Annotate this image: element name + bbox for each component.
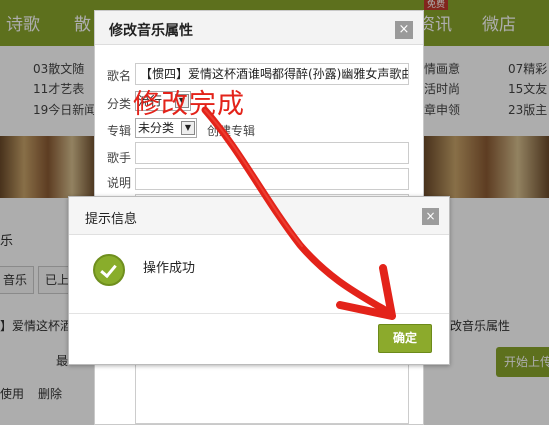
create-album-link[interactable]: 创建专辑	[207, 122, 255, 139]
annotation-text: 修改完成	[133, 89, 245, 120]
chevron-down-icon: ▼	[181, 121, 195, 135]
close-icon[interactable]: ×	[422, 208, 439, 225]
divider	[69, 313, 449, 314]
album-value: 未分类	[138, 121, 175, 135]
singer-input[interactable]	[135, 142, 409, 164]
confirm-button[interactable]: 确定	[378, 324, 432, 353]
dialog-title: 修改音乐属性	[109, 23, 193, 39]
alert-message: 操作成功	[143, 261, 196, 276]
close-icon[interactable]: ×	[395, 21, 413, 39]
dialog-header: 修改音乐属性 ×	[95, 11, 423, 45]
success-check-icon	[93, 254, 125, 286]
description-label: 说明	[107, 176, 132, 190]
album-select[interactable]: 未分类 ▼	[135, 118, 197, 138]
album-label: 专辑	[107, 124, 132, 138]
alert-dialog: 提示信息 × 操作成功 确定	[68, 196, 450, 365]
description-input[interactable]	[135, 168, 409, 190]
category-label: 分类	[107, 97, 132, 111]
song-name-label: 歌名	[107, 69, 132, 83]
singer-label: 歌手	[107, 151, 132, 165]
alert-title: 提示信息	[85, 212, 138, 227]
alert-header: 提示信息 ×	[69, 197, 449, 235]
